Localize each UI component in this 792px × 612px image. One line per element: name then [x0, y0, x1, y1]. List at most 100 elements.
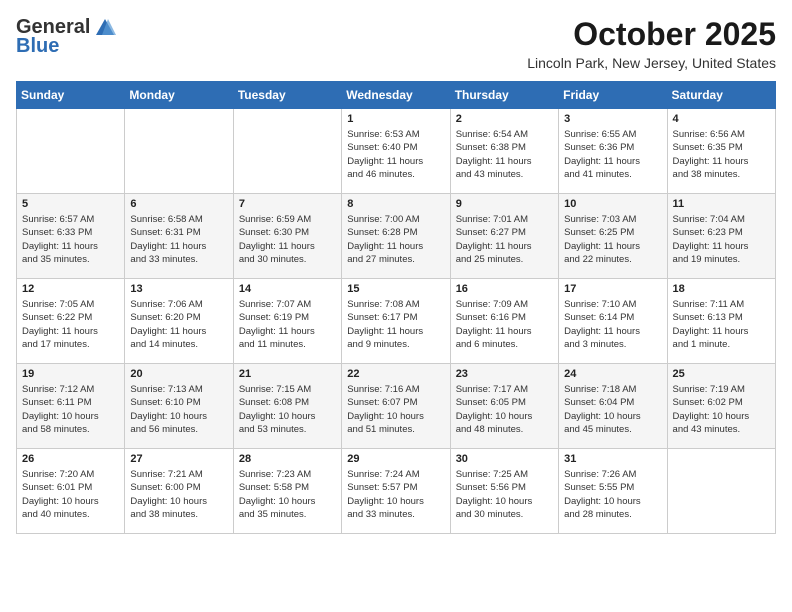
- day-number: 16: [456, 283, 553, 295]
- day-number: 11: [673, 198, 770, 210]
- day-info: Sunrise: 7:08 AM Sunset: 6:17 PM Dayligh…: [347, 298, 444, 351]
- calendar-cell: 25 Sunrise: 7:19 AM Sunset: 6:02 PM Dayli…: [667, 364, 775, 449]
- day-info: Sunrise: 7:06 AM Sunset: 6:20 PM Dayligh…: [130, 298, 227, 351]
- calendar-cell: 15 Sunrise: 7:08 AM Sunset: 6:17 PM Dayli…: [342, 279, 450, 364]
- day-info: Sunrise: 6:56 AM Sunset: 6:35 PM Dayligh…: [673, 128, 770, 181]
- day-info: Sunrise: 7:13 AM Sunset: 6:10 PM Dayligh…: [130, 383, 227, 436]
- calendar-cell: 17 Sunrise: 7:10 AM Sunset: 6:14 PM Dayli…: [559, 279, 667, 364]
- calendar-cell: 14 Sunrise: 7:07 AM Sunset: 6:19 PM Dayli…: [233, 279, 341, 364]
- day-info: Sunrise: 7:23 AM Sunset: 5:58 PM Dayligh…: [239, 468, 336, 521]
- day-info: Sunrise: 7:24 AM Sunset: 5:57 PM Dayligh…: [347, 468, 444, 521]
- day-number: 14: [239, 283, 336, 295]
- day-number: 20: [130, 368, 227, 380]
- day-number: 12: [22, 283, 119, 295]
- calendar-cell: 3Sunrise: 6:55 AM Sunset: 6:36 PM Daylig…: [559, 109, 667, 194]
- calendar-week-1: 1Sunrise: 6:53 AM Sunset: 6:40 PM Daylig…: [17, 109, 776, 194]
- calendar-cell: 23 Sunrise: 7:17 AM Sunset: 6:05 PM Dayli…: [450, 364, 558, 449]
- day-info: Sunrise: 7:16 AM Sunset: 6:07 PM Dayligh…: [347, 383, 444, 436]
- calendar-cell: 19Sunrise: 7:12 AM Sunset: 6:11 PM Dayli…: [17, 364, 125, 449]
- day-info: Sunrise: 7:04 AM Sunset: 6:23 PM Dayligh…: [673, 213, 770, 266]
- day-info: Sunrise: 7:00 AM Sunset: 6:28 PM Dayligh…: [347, 213, 444, 266]
- calendar-cell: 30 Sunrise: 7:25 AM Sunset: 5:56 PM Dayli…: [450, 449, 558, 534]
- day-info: Sunrise: 6:58 AM Sunset: 6:31 PM Dayligh…: [130, 213, 227, 266]
- calendar-cell: 5 Sunrise: 6:57 AM Sunset: 6:33 PM Daylig…: [17, 194, 125, 279]
- day-info: Sunrise: 7:17 AM Sunset: 6:05 PM Dayligh…: [456, 383, 553, 436]
- day-number: 21: [239, 368, 336, 380]
- calendar-cell: 7Sunrise: 6:59 AM Sunset: 6:30 PM Daylig…: [233, 194, 341, 279]
- day-info: Sunrise: 7:20 AM Sunset: 6:01 PM Dayligh…: [22, 468, 119, 521]
- calendar-cell: 10 Sunrise: 7:03 AM Sunset: 6:25 PM Dayli…: [559, 194, 667, 279]
- calendar-cell: 24 Sunrise: 7:18 AM Sunset: 6:04 PM Dayli…: [559, 364, 667, 449]
- day-info: Sunrise: 6:59 AM Sunset: 6:30 PM Dayligh…: [239, 213, 336, 266]
- day-number: 8: [347, 198, 444, 210]
- day-number: 15: [347, 283, 444, 295]
- day-number: 24: [564, 368, 661, 380]
- title-block: October 2025 Lincoln Park, New Jersey, U…: [527, 16, 776, 71]
- day-info: Sunrise: 7:05 AM Sunset: 6:22 PM Dayligh…: [22, 298, 119, 351]
- calendar-cell: [233, 109, 341, 194]
- day-info: Sunrise: 6:57 AM Sunset: 6:33 PM Dayligh…: [22, 213, 119, 266]
- calendar-cell: 21Sunrise: 7:15 AM Sunset: 6:08 PM Dayli…: [233, 364, 341, 449]
- day-number: 2: [456, 113, 553, 125]
- calendar-cell: 18 Sunrise: 7:11 AM Sunset: 6:13 PM Dayli…: [667, 279, 775, 364]
- calendar-cell: 12 Sunrise: 7:05 AM Sunset: 6:22 PM Dayli…: [17, 279, 125, 364]
- day-info: Sunrise: 7:10 AM Sunset: 6:14 PM Dayligh…: [564, 298, 661, 351]
- calendar-cell: 13 Sunrise: 7:06 AM Sunset: 6:20 PM Dayli…: [125, 279, 233, 364]
- month-title: October 2025: [527, 16, 776, 53]
- day-number: 29: [347, 453, 444, 465]
- calendar-cell: 31Sunrise: 7:26 AM Sunset: 5:55 PM Dayli…: [559, 449, 667, 534]
- header-day-thursday: Thursday: [450, 82, 558, 109]
- header-day-tuesday: Tuesday: [233, 82, 341, 109]
- day-info: Sunrise: 7:21 AM Sunset: 6:00 PM Dayligh…: [130, 468, 227, 521]
- day-info: Sunrise: 7:25 AM Sunset: 5:56 PM Dayligh…: [456, 468, 553, 521]
- logo-icon: [94, 17, 116, 39]
- day-number: 3: [564, 113, 661, 125]
- location: Lincoln Park, New Jersey, United States: [527, 55, 776, 71]
- calendar-week-3: 12 Sunrise: 7:05 AM Sunset: 6:22 PM Dayli…: [17, 279, 776, 364]
- day-number: 9: [456, 198, 553, 210]
- day-number: 22: [347, 368, 444, 380]
- calendar-week-4: 19Sunrise: 7:12 AM Sunset: 6:11 PM Dayli…: [17, 364, 776, 449]
- day-number: 4: [673, 113, 770, 125]
- day-number: 25: [673, 368, 770, 380]
- day-number: 13: [130, 283, 227, 295]
- calendar-cell: 11 Sunrise: 7:04 AM Sunset: 6:23 PM Dayli…: [667, 194, 775, 279]
- day-number: 18: [673, 283, 770, 295]
- calendar-cell: 28 Sunrise: 7:23 AM Sunset: 5:58 PM Dayli…: [233, 449, 341, 534]
- calendar-week-2: 5 Sunrise: 6:57 AM Sunset: 6:33 PM Daylig…: [17, 194, 776, 279]
- day-number: 5: [22, 198, 119, 210]
- calendar-cell: 16 Sunrise: 7:09 AM Sunset: 6:16 PM Dayli…: [450, 279, 558, 364]
- day-info: Sunrise: 7:18 AM Sunset: 6:04 PM Dayligh…: [564, 383, 661, 436]
- page-header: General Blue October 2025 Lincoln Park, …: [16, 16, 776, 71]
- day-info: Sunrise: 7:01 AM Sunset: 6:27 PM Dayligh…: [456, 213, 553, 266]
- calendar-cell: [17, 109, 125, 194]
- calendar-table: SundayMondayTuesdayWednesdayThursdayFrid…: [16, 81, 776, 534]
- day-info: Sunrise: 7:03 AM Sunset: 6:25 PM Dayligh…: [564, 213, 661, 266]
- day-info: Sunrise: 7:09 AM Sunset: 6:16 PM Dayligh…: [456, 298, 553, 351]
- day-info: Sunrise: 7:11 AM Sunset: 6:13 PM Dayligh…: [673, 298, 770, 351]
- header-day-saturday: Saturday: [667, 82, 775, 109]
- day-info: Sunrise: 6:54 AM Sunset: 6:38 PM Dayligh…: [456, 128, 553, 181]
- day-number: 27: [130, 453, 227, 465]
- calendar-cell: 26 Sunrise: 7:20 AM Sunset: 6:01 PM Dayli…: [17, 449, 125, 534]
- day-number: 1: [347, 113, 444, 125]
- day-number: 26: [22, 453, 119, 465]
- header-day-friday: Friday: [559, 82, 667, 109]
- calendar-cell: 29 Sunrise: 7:24 AM Sunset: 5:57 PM Dayli…: [342, 449, 450, 534]
- day-number: 10: [564, 198, 661, 210]
- day-number: 19: [22, 368, 119, 380]
- logo: General Blue: [16, 16, 118, 58]
- calendar-cell: [667, 449, 775, 534]
- day-number: 30: [456, 453, 553, 465]
- logo-blue: Blue: [16, 35, 59, 58]
- day-number: 23: [456, 368, 553, 380]
- day-number: 28: [239, 453, 336, 465]
- header-day-sunday: Sunday: [17, 82, 125, 109]
- calendar-cell: 22 Sunrise: 7:16 AM Sunset: 6:07 PM Dayli…: [342, 364, 450, 449]
- calendar-cell: 8 Sunrise: 7:00 AM Sunset: 6:28 PM Daylig…: [342, 194, 450, 279]
- day-info: Sunrise: 7:19 AM Sunset: 6:02 PM Dayligh…: [673, 383, 770, 436]
- calendar-cell: 9 Sunrise: 7:01 AM Sunset: 6:27 PM Daylig…: [450, 194, 558, 279]
- day-number: 31: [564, 453, 661, 465]
- day-number: 17: [564, 283, 661, 295]
- day-info: Sunrise: 7:07 AM Sunset: 6:19 PM Dayligh…: [239, 298, 336, 351]
